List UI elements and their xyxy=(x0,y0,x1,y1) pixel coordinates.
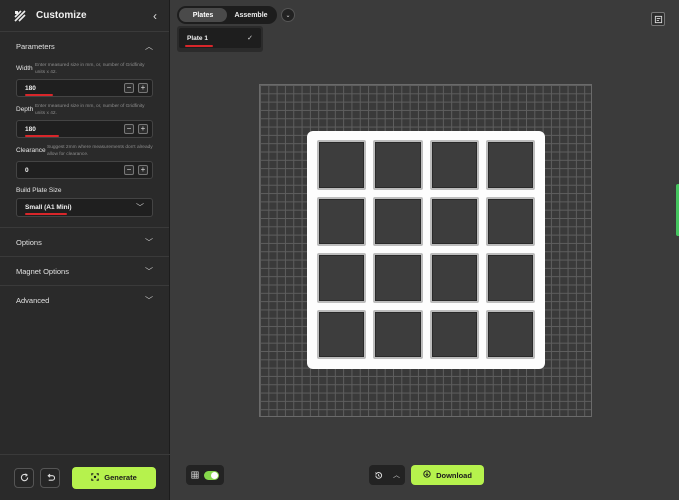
width-hint: Enter measured size in mm, or, number of… xyxy=(35,63,145,75)
chevron-down-icon: ﹀ xyxy=(145,266,153,276)
build-plate-select[interactable]: Small (A1 Mini) ﹀ xyxy=(16,198,153,217)
options-section-header[interactable]: Options ﹀ xyxy=(0,227,169,256)
grid-icon xyxy=(191,471,199,479)
chevron-down-icon: ﹀ xyxy=(136,203,144,212)
baseplate-cell xyxy=(373,196,423,246)
chevron-down-icon: ﹀ xyxy=(145,295,153,305)
baseplate-cell xyxy=(485,140,535,190)
sidebar-footer: Generate xyxy=(0,454,170,500)
annotation-underline xyxy=(25,94,53,96)
build-plate-label: Build Plate Size xyxy=(16,187,62,194)
refresh-button[interactable] xyxy=(14,467,34,488)
clearance-value: 0 xyxy=(25,166,29,174)
chevron-double-down-icon[interactable]: ⌄ xyxy=(281,8,295,22)
parameters-section-header[interactable]: Parameters ︿ xyxy=(0,32,169,60)
chevron-down-icon: ﹀ xyxy=(145,237,153,247)
magnet-options-heading: Magnet Options xyxy=(16,266,69,276)
undo-icon xyxy=(46,473,55,481)
advanced-heading: Advanced xyxy=(16,295,50,305)
advanced-section-header[interactable]: Advanced ﹀ xyxy=(0,285,169,314)
width-decrement-button[interactable]: − xyxy=(124,83,134,93)
download-button[interactable]: Download xyxy=(411,465,484,485)
parameters-heading: Parameters xyxy=(16,41,55,51)
baseplate-cell xyxy=(317,253,367,303)
depth-increment-button[interactable]: + xyxy=(138,124,148,134)
plate-item[interactable]: Plate 1 ✓ xyxy=(179,28,261,48)
chevron-up-icon[interactable]: ︿ xyxy=(393,470,400,480)
annotation-underline xyxy=(25,135,59,137)
chevron-left-icon[interactable]: ‹ xyxy=(153,9,157,23)
logo-icon xyxy=(14,9,26,22)
plate-item-label: Plate 1 xyxy=(187,34,208,42)
clearance-input[interactable]: 0 − + xyxy=(16,161,153,179)
chevron-up-icon: ︿ xyxy=(145,41,153,51)
baseplate-cell xyxy=(429,196,479,246)
generate-button[interactable]: Generate xyxy=(72,466,156,489)
app-title: Customize xyxy=(36,10,87,21)
depth-label: Depth xyxy=(16,106,34,113)
annotation-underline xyxy=(185,45,213,47)
baseplate-cell xyxy=(373,253,423,303)
baseplate-cell xyxy=(373,309,423,359)
width-input[interactable]: 180 − + xyxy=(16,79,153,97)
width-increment-button[interactable]: + xyxy=(138,83,148,93)
clearance-label: Clearance xyxy=(16,147,46,154)
width-value: 180 xyxy=(25,84,36,92)
baseplate-cell xyxy=(317,196,367,246)
grid-toggle-control[interactable] xyxy=(186,465,224,485)
build-plate-param: Build Plate Size Small (A1 Mini) ﹀ xyxy=(0,187,169,217)
clearance-hint: Suggest 2mm where measurements don't alr… xyxy=(47,145,153,157)
clearance-increment-button[interactable]: + xyxy=(138,165,148,175)
depth-hint: Enter measured size in mm, or, number of… xyxy=(35,104,145,116)
baseplate-cell xyxy=(485,309,535,359)
options-heading: Options xyxy=(16,237,42,247)
download-icon xyxy=(423,470,431,480)
depth-decrement-button[interactable]: − xyxy=(124,124,134,134)
sidebar-header: Customize ‹ xyxy=(0,0,169,32)
gridfinity-baseplate xyxy=(307,131,545,369)
magnet-options-section-header[interactable]: Magnet Options ﹀ xyxy=(0,256,169,285)
refresh-icon xyxy=(20,473,28,482)
width-param: Width Enter measured size in mm, or, num… xyxy=(0,62,169,97)
tab-assemble[interactable]: Assemble xyxy=(227,8,275,22)
depth-input[interactable]: 180 − + xyxy=(16,120,153,138)
clearance-param: Clearance Suggest 2mm where measurements… xyxy=(0,144,169,179)
generate-label: Generate xyxy=(104,473,137,482)
baseplate-cell xyxy=(429,309,479,359)
depth-value: 180 xyxy=(25,125,36,133)
notes-icon[interactable] xyxy=(651,12,665,26)
undo-button[interactable] xyxy=(40,467,60,488)
build-plate-value: Small (A1 Mini) xyxy=(25,204,72,211)
plate-dropdown: Plate 1 ✓ xyxy=(177,26,263,52)
baseplate-cell xyxy=(317,140,367,190)
baseplate-cell xyxy=(429,253,479,303)
baseplate-cell xyxy=(317,309,367,359)
baseplate-cell xyxy=(485,196,535,246)
grid-toggle-switch[interactable] xyxy=(204,470,219,480)
width-label: Width xyxy=(16,65,33,72)
history-control: ︿ xyxy=(369,465,405,485)
baseplate-cell xyxy=(485,253,535,303)
clearance-decrement-button[interactable]: − xyxy=(124,165,134,175)
sidebar: Customize ‹ Parameters ︿ Width Enter mea… xyxy=(0,0,170,500)
history-icon[interactable] xyxy=(374,471,383,480)
generate-icon xyxy=(91,472,99,483)
download-label: Download xyxy=(436,470,472,480)
baseplate-cell xyxy=(373,140,423,190)
depth-param: Depth Enter measured size in mm, or, num… xyxy=(0,103,169,138)
view-tabs: Plates Assemble xyxy=(177,6,277,24)
check-icon: ✓ xyxy=(247,35,253,42)
baseplate-cell xyxy=(429,140,479,190)
annotation-underline xyxy=(25,213,67,215)
tab-plates[interactable]: Plates xyxy=(179,8,227,22)
